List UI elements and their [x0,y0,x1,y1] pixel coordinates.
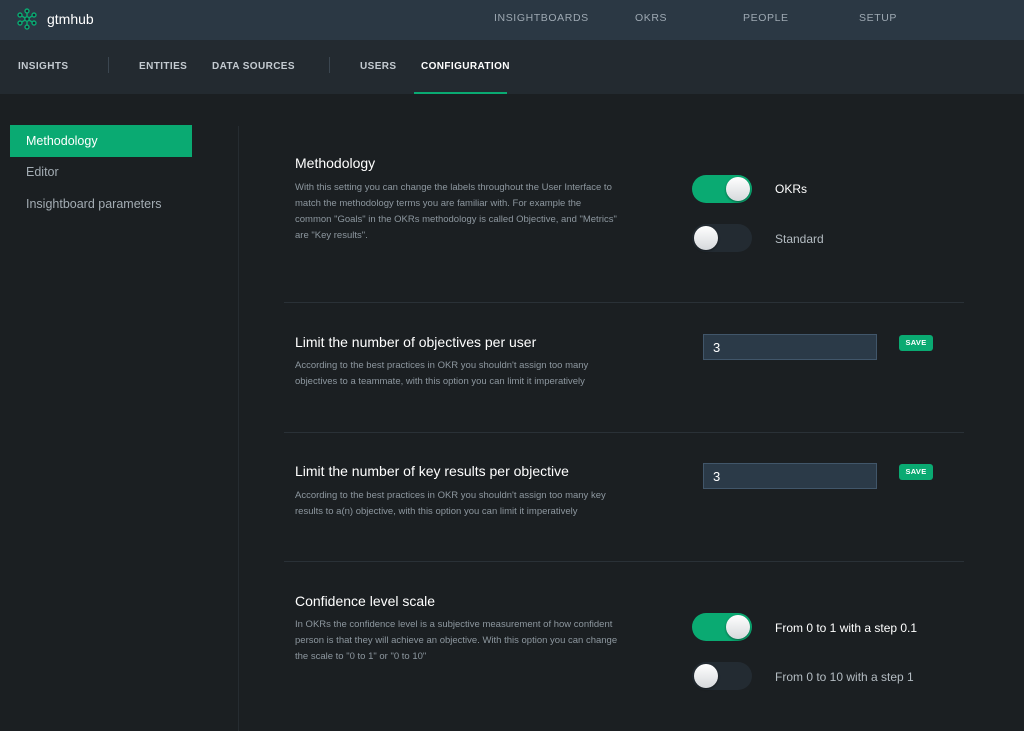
standard-toggle-label: Standard [775,232,824,246]
confidence-0-1-toggle[interactable] [692,613,752,641]
network-nodes-icon [16,8,38,30]
toggle-knob [726,177,750,201]
section-divider [284,302,964,303]
key-results-limit-input[interactable] [703,463,877,489]
app-logo[interactable]: gtmhub [16,8,94,30]
confidence-0-10-toggle[interactable] [692,662,752,690]
standard-toggle[interactable] [692,224,752,252]
sidebar-item-editor[interactable]: Editor [10,156,192,188]
sidebar-divider [238,126,239,731]
methodology-description: With this setting you can change the lab… [295,182,617,241]
toggle-knob [694,664,718,688]
okrs-toggle[interactable] [692,175,752,203]
nav-okrs[interactable]: OKRS [635,12,667,24]
section-divider [284,561,964,562]
toggle-knob [694,226,718,250]
active-tab-indicator [414,92,507,94]
tab-configuration[interactable]: CONFIGURATION [421,61,510,72]
tab-users[interactable]: USERS [360,61,396,72]
key-results-limit-save-button[interactable]: SAVE [899,464,933,480]
objectives-limit-title: Limit the number of objectives per user [295,334,537,350]
confidence-title: Confidence level scale [295,593,436,609]
app-name: gtmhub [47,11,94,27]
sidebar-item-methodology[interactable]: Methodology [10,125,192,157]
tab-data-sources[interactable]: DATA SOURCES [212,61,295,72]
confidence-description: In OKRs the confidence level is a subjec… [295,619,618,662]
sub-nav: INSIGHTS ENTITIES DATA SOURCES USERS CON… [0,40,1024,94]
methodology-title: Methodology [295,155,376,171]
tab-divider [329,57,330,73]
objectives-limit-description: According to the best practices in OKR y… [295,360,589,387]
toggle-knob [726,615,750,639]
tab-divider [108,57,109,73]
key-results-limit-title: Limit the number of key results per obje… [295,463,569,479]
confidence-0-1-label: From 0 to 1 with a step 0.1 [775,621,918,635]
sidebar-item-insightboard-parameters[interactable]: Insightboard parameters [10,188,192,220]
confidence-0-10-label: From 0 to 10 with a step 1 [775,670,914,684]
nav-setup[interactable]: SETUP [859,12,897,24]
objectives-limit-save-button[interactable]: SAVE [899,335,933,351]
tab-entities[interactable]: ENTITIES [139,61,187,72]
top-bar: gtmhub INSIGHTBOARDS OKRS PEOPLE SETUP [0,0,1024,40]
tab-insights[interactable]: INSIGHTS [18,61,68,72]
section-divider [284,432,964,433]
nav-people[interactable]: PEOPLE [743,12,789,24]
nav-insightboards[interactable]: INSIGHTBOARDS [494,12,589,24]
okrs-toggle-label: OKRs [775,182,808,196]
objectives-limit-input[interactable] [703,334,877,360]
key-results-limit-description: According to the best practices in OKR y… [295,490,606,517]
